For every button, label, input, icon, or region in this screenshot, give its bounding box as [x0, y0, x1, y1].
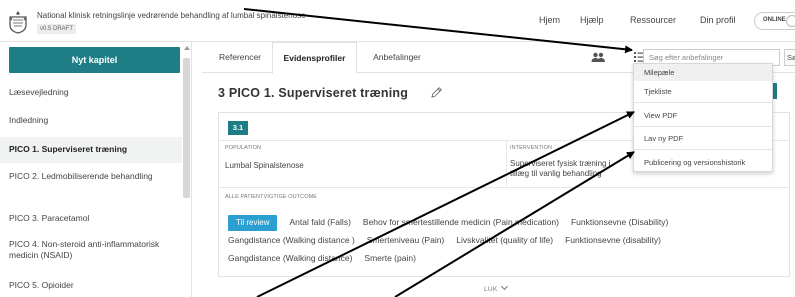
- outcome-tag[interactable]: Gangdistance (Walking distance): [228, 249, 352, 267]
- document-title: National klinisk retningslinje vedrørend…: [37, 11, 306, 20]
- toggle-knob: [786, 15, 795, 27]
- section-title: 3 PICO 1. Superviseret træning: [218, 86, 409, 100]
- pencil-icon[interactable]: [431, 87, 442, 98]
- sidebar-item-introduction[interactable]: Indledning: [9, 115, 179, 126]
- version-badge: v0.5 DRAFT: [37, 24, 77, 34]
- nav-profile[interactable]: Din profil: [700, 15, 736, 25]
- outcome-tag[interactable]: Gangdistance (Walking distance ): [228, 231, 355, 249]
- card-divider: [219, 187, 789, 188]
- pico-number-badge: 3.1: [228, 121, 248, 135]
- sidebar-item-pico-3[interactable]: PICO 3. Paracetamol: [9, 213, 179, 224]
- top-bar: National klinisk retningslinje vedrørend…: [0, 0, 795, 42]
- online-label: ONLINE: [763, 17, 786, 23]
- sidebar: Nyt kapitel Læsevejledning Indledning PI…: [0, 42, 192, 297]
- outcome-tag[interactable]: Smerte (pain): [364, 249, 416, 267]
- menu-separator: [634, 149, 772, 150]
- outcome-tag[interactable]: Smerteniveau (Pain): [367, 231, 444, 249]
- menu-item-publishing-history[interactable]: Publicering og versionshistorik: [644, 158, 745, 167]
- collapse-link[interactable]: LUK: [484, 282, 508, 293]
- review-status-badge[interactable]: Til review: [228, 215, 278, 231]
- menu-item-view-pdf[interactable]: View PDF: [644, 111, 677, 120]
- tab-evidence-profiles[interactable]: Evidensprofiler: [272, 42, 357, 74]
- card-column-divider: [506, 140, 507, 186]
- chevron-down-icon: [500, 282, 508, 291]
- options-dropdown: Milepæle Tjekliste View PDF Lav ny PDF P…: [633, 63, 773, 172]
- new-chapter-button[interactable]: Nyt kapitel: [9, 47, 180, 73]
- sidebar-item-pico-5[interactable]: PICO 5. Opioider: [9, 280, 179, 291]
- menu-separator: [634, 102, 772, 103]
- menu-item-checklist[interactable]: Tjekliste: [644, 87, 672, 96]
- outcome-tag[interactable]: Livskvalitet (quality of life): [456, 231, 553, 249]
- tab-recommendations[interactable]: Anbefalinger: [362, 42, 432, 73]
- sidebar-scrollbar[interactable]: [182, 46, 191, 216]
- outcome-tag[interactable]: Funktionsevne (Disability): [571, 213, 668, 231]
- menu-item-new-pdf[interactable]: Lav ny PDF: [644, 134, 683, 143]
- collapse-label: LUK: [484, 286, 498, 293]
- outcome-tag[interactable]: Funktionsevne (disability): [565, 231, 661, 249]
- outcome-tag[interactable]: Antal fald (Falls): [289, 213, 350, 231]
- outcome-tag[interactable]: Behov for smertestillende medicin (Pain …: [363, 213, 559, 231]
- menu-item-milestones[interactable]: Milepæle: [644, 68, 674, 77]
- nav-resources[interactable]: Ressourcer: [630, 15, 676, 25]
- crest-logo-icon: [9, 11, 27, 34]
- users-icon[interactable]: [591, 52, 605, 62]
- sidebar-item-reading-guide[interactable]: Læsevejledning: [9, 87, 179, 98]
- nav-help[interactable]: Hjælp: [580, 15, 604, 25]
- nav-home[interactable]: Hjem: [539, 15, 560, 25]
- sidebar-item-pico-4[interactable]: PICO 4. Non-steroid anti-inflammatorisk …: [9, 239, 179, 261]
- scroll-up-icon[interactable]: [184, 46, 190, 50]
- search-button[interactable]: Sø: [784, 49, 795, 66]
- sidebar-item-pico-2[interactable]: PICO 2. Ledmobiliserende behandling: [9, 171, 179, 182]
- outcomes-list: Til review Antal fald (Falls) Behov for sm…: [228, 213, 783, 267]
- population-label: POPULATION: [225, 145, 262, 151]
- intervention-label: INTERVENTION: [510, 145, 553, 151]
- population-value: Lumbal Spinalstenose: [225, 161, 304, 170]
- outcomes-label: ALLE PATIENTVIGTIGE OUTCOME: [225, 194, 318, 200]
- menu-separator: [634, 126, 772, 127]
- intervention-value: Superviseret fysisk træning i tillæg til…: [510, 159, 611, 178]
- online-toggle[interactable]: ONLINE: [754, 12, 795, 30]
- scrollbar-thumb[interactable]: [183, 58, 190, 198]
- sidebar-item-pico-1[interactable]: PICO 1. Superviseret træning: [9, 144, 179, 155]
- tab-references[interactable]: Referencer: [210, 42, 270, 73]
